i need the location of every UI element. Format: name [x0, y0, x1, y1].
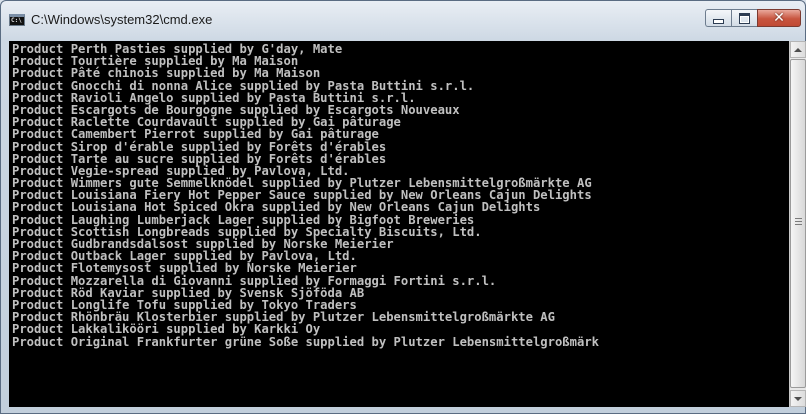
scrollbar-thumb[interactable]: [790, 59, 806, 388]
console-line: Product Original Frankfurter grüne Soße …: [12, 334, 599, 349]
cmd-icon-text: C:\: [11, 17, 22, 24]
thumb-grip-icon: [795, 218, 802, 227]
scroll-up-button[interactable]: [790, 41, 806, 58]
console-output[interactable]: Product Perth Pasties supplied by G'day,…: [9, 41, 789, 407]
maximize-button[interactable]: [731, 9, 757, 27]
minimize-button[interactable]: [705, 9, 731, 27]
console-line: Product Gnocchi di nonna Alice supplied …: [12, 78, 475, 93]
close-icon: ✕: [773, 10, 785, 26]
cmd-window: C:\ C:\Windows\system32\cmd.exe ✕ Produc…: [0, 0, 806, 414]
window-title: C:\Windows\system32\cmd.exe: [31, 12, 213, 27]
console-line: Product Mozzarella di Giovanni supplied …: [12, 273, 497, 288]
console-line: Product Flotemysost supplied by Norske M…: [12, 261, 357, 276]
scroll-up-arrow-icon: [794, 47, 802, 52]
minimize-icon: [713, 19, 724, 24]
maximize-icon: [739, 12, 750, 24]
console-line: Product Sirop d'érable supplied by Forêt…: [12, 139, 387, 154]
console-lines: Product Perth Pasties supplied by G'day,…: [9, 41, 789, 348]
scroll-down-button[interactable]: [790, 390, 806, 407]
vertical-scrollbar[interactable]: [789, 41, 806, 407]
console-line: Product Camembert Pierrot supplied by Ga…: [12, 127, 379, 142]
close-button[interactable]: ✕: [757, 9, 801, 27]
scroll-down-arrow-icon: [794, 396, 802, 401]
console-line: Product Louisiana Hot Spiced Okra suppli…: [12, 200, 541, 215]
console-line: Product Lakkalikööri supplied by Karkki …: [12, 322, 321, 337]
title-bar[interactable]: C:\ C:\Windows\system32\cmd.exe ✕: [1, 1, 805, 41]
window-controls: ✕: [705, 9, 801, 29]
console-line: Product Laughing Lumberjack Lager suppli…: [12, 212, 475, 227]
cmd-icon[interactable]: C:\: [9, 14, 25, 26]
console-line: Product Pâté chinois supplied by Ma Mais…: [12, 66, 321, 81]
